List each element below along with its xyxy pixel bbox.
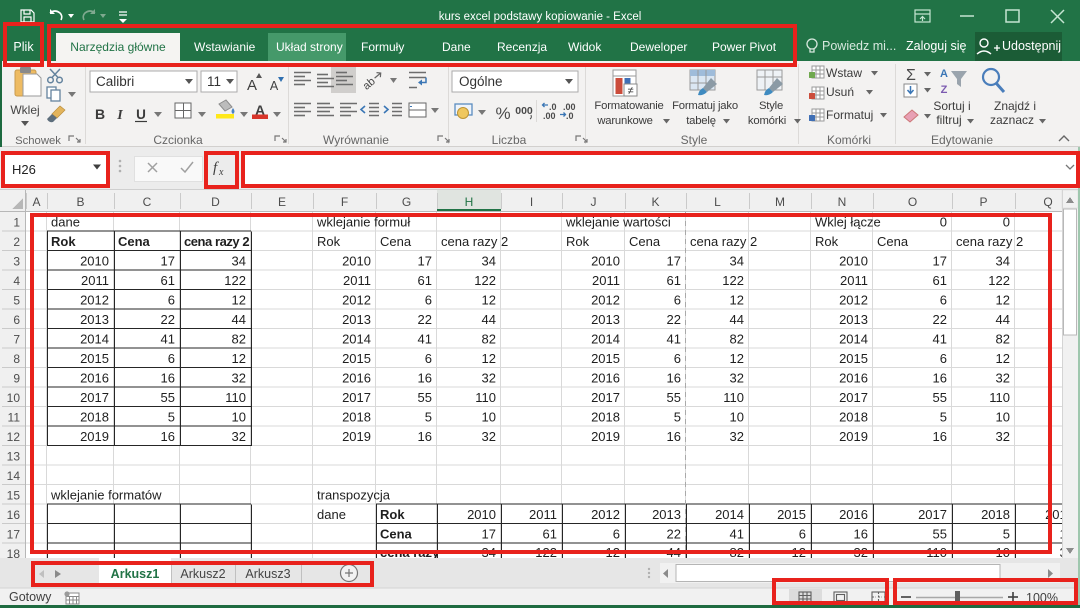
svg-text:16: 16	[7, 508, 21, 522]
svg-text:D: D	[211, 195, 220, 209]
svg-text:5: 5	[13, 294, 20, 308]
svg-text:tabelę: tabelę	[686, 115, 716, 127]
svg-text:Liczba: Liczba	[492, 133, 527, 147]
svg-text:E: E	[278, 195, 286, 209]
svg-text:6: 6	[13, 313, 20, 327]
svg-text:P: P	[979, 195, 987, 209]
svg-text:I: I	[530, 195, 533, 209]
svg-text:13: 13	[7, 450, 21, 464]
svg-text:Formatuj: Formatuj	[826, 108, 873, 122]
svg-text:Style: Style	[759, 100, 783, 112]
svg-text:B: B	[76, 195, 84, 209]
svg-text:2: 2	[13, 235, 20, 249]
svg-text:7: 7	[13, 333, 20, 347]
svg-text:Czcionka: Czcionka	[153, 133, 203, 147]
svg-text:Wklej: Wklej	[10, 103, 39, 117]
svg-text:J: J	[591, 195, 597, 209]
svg-text:1: 1	[13, 216, 20, 230]
svg-text:zaznacz: zaznacz	[990, 113, 1034, 127]
svg-text:Style: Style	[681, 133, 708, 147]
svg-text:12: 12	[7, 430, 21, 444]
svg-text:Znajdź i: Znajdź i	[994, 99, 1036, 113]
svg-text:Q: Q	[1043, 195, 1052, 209]
svg-text:.00: .00	[543, 111, 556, 121]
svg-text:Sortuj i: Sortuj i	[933, 99, 970, 113]
svg-text:M: M	[775, 195, 785, 209]
svg-text:Calibri: Calibri	[96, 74, 134, 89]
svg-text:14: 14	[7, 469, 21, 483]
svg-text:Formatowanie: Formatowanie	[594, 100, 663, 112]
svg-text:kurs excel podstawy kopiowanie: kurs excel podstawy kopiowanie - Excel	[439, 11, 642, 23]
svg-text:.0: .0	[566, 111, 574, 121]
svg-text:G: G	[402, 195, 411, 209]
svg-text:U: U	[136, 107, 146, 122]
svg-text:Komórki: Komórki	[827, 133, 871, 147]
svg-text:F: F	[341, 195, 348, 209]
svg-text:3: 3	[13, 255, 20, 269]
svg-text:Usuń: Usuń	[826, 85, 854, 99]
svg-text:L: L	[714, 195, 721, 209]
svg-text:B: B	[95, 106, 105, 122]
svg-text:Σ: Σ	[906, 67, 916, 84]
svg-text:A: A	[32, 195, 40, 209]
svg-text:H: H	[465, 195, 474, 209]
svg-text:8: 8	[13, 352, 20, 366]
svg-text:I: I	[116, 108, 123, 123]
svg-text:filtruj: filtruj	[936, 113, 961, 127]
svg-text:A: A	[247, 77, 257, 94]
svg-text:11: 11	[207, 74, 221, 89]
svg-text:komórki: komórki	[748, 115, 786, 127]
svg-text:A: A	[940, 68, 948, 80]
svg-text:10: 10	[7, 391, 21, 405]
svg-text:A: A	[270, 79, 279, 93]
svg-text:Edytowanie: Edytowanie	[931, 133, 993, 147]
svg-text:Formatuj jako: Formatuj jako	[672, 100, 738, 112]
svg-text:Schowek: Schowek	[15, 135, 61, 147]
svg-text:4: 4	[13, 274, 20, 288]
svg-text:11: 11	[8, 411, 21, 425]
svg-text:000: 000	[515, 105, 533, 117]
svg-text:warunkowe: warunkowe	[596, 115, 652, 127]
svg-text:15: 15	[7, 489, 21, 503]
svg-text:Ogólne: Ogólne	[459, 74, 503, 89]
svg-text:17: 17	[7, 528, 21, 542]
svg-text:%: %	[495, 104, 510, 123]
svg-text:≠: ≠	[627, 85, 633, 97]
svg-text:9: 9	[13, 372, 20, 386]
svg-text:C: C	[143, 195, 152, 209]
svg-text:Gotowy: Gotowy	[9, 590, 52, 604]
svg-text:Wstaw: Wstaw	[826, 66, 862, 80]
svg-text:Wyrównanie: Wyrównanie	[323, 133, 389, 147]
svg-text:18: 18	[7, 547, 21, 558]
svg-text:K: K	[651, 195, 659, 209]
svg-text:N: N	[838, 195, 847, 209]
svg-text:O: O	[908, 195, 917, 209]
svg-text:Z: Z	[941, 84, 948, 96]
